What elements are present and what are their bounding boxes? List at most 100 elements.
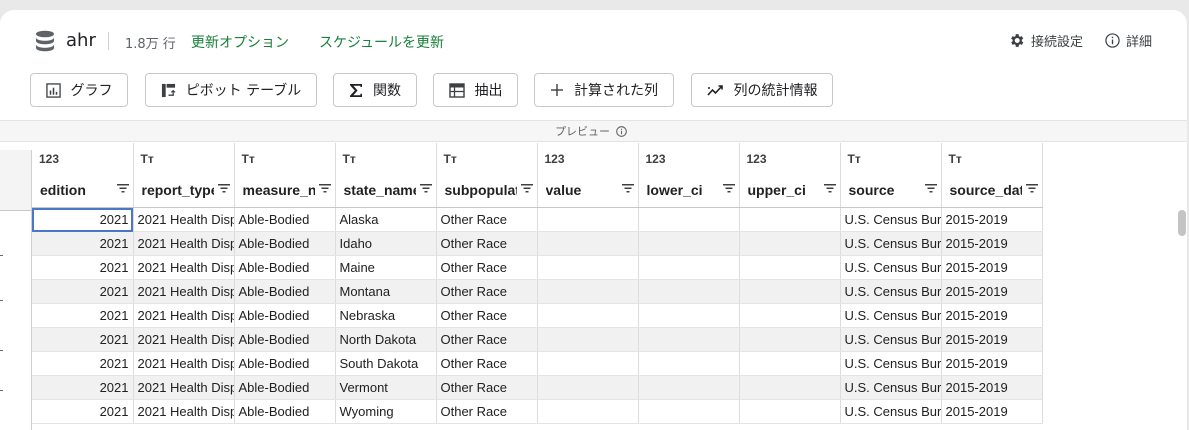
table-cell[interactable] — [537, 279, 639, 304]
update-options-link[interactable]: 更新オプション — [191, 32, 289, 52]
table-row[interactable]: 20212021 Health DisparitiesAble-BodiedId… — [32, 231, 1043, 256]
filter-icon[interactable] — [419, 183, 432, 193]
table-cell[interactable] — [537, 399, 639, 424]
table-cell[interactable] — [739, 303, 841, 328]
table-cell[interactable]: Other Race — [436, 375, 538, 400]
table-cell[interactable]: South Dakota — [335, 351, 437, 376]
table-cell[interactable]: Able-Bodied — [234, 303, 336, 328]
table-cell[interactable]: 2021 Health Disparities — [133, 255, 235, 280]
table-cell[interactable] — [638, 279, 740, 304]
pivot-table-button[interactable]: ピボット テーブル — [145, 73, 317, 107]
filter-icon[interactable] — [318, 183, 331, 193]
update-schedule-link[interactable]: スケジュールを更新 — [319, 32, 444, 52]
table-cell[interactable]: U.S. Census Bureau — [840, 231, 942, 256]
table-cell[interactable]: U.S. Census Bureau — [840, 351, 942, 376]
table-cell[interactable] — [537, 231, 639, 256]
connection-settings-button[interactable]: 接続設定 — [1008, 31, 1083, 50]
column-header[interactable]: 123 value — [537, 143, 639, 208]
table-cell[interactable]: U.S. Census Bureau — [840, 303, 942, 328]
table-cell[interactable]: Alaska — [335, 207, 437, 232]
table-cell[interactable] — [739, 279, 841, 304]
table-cell[interactable]: 2015-2019 — [941, 207, 1043, 232]
table-cell[interactable] — [739, 207, 841, 232]
filter-icon[interactable] — [1025, 183, 1038, 193]
table-cell[interactable] — [638, 351, 740, 376]
table-cell[interactable]: 2021 — [32, 231, 134, 256]
table-cell[interactable] — [638, 327, 740, 352]
table-row[interactable]: 20212021 Health DisparitiesAble-BodiedSo… — [32, 351, 1043, 376]
table-cell[interactable] — [537, 375, 639, 400]
table-cell[interactable]: U.S. Census Bureau — [840, 399, 942, 424]
table-cell[interactable]: North Dakota — [335, 327, 437, 352]
table-cell[interactable] — [537, 351, 639, 376]
filter-icon[interactable] — [520, 183, 533, 193]
table-cell[interactable] — [638, 375, 740, 400]
column-header[interactable]: 123 upper_ci — [739, 143, 841, 208]
column-stats-button[interactable]: 列の統計情報 — [691, 73, 833, 107]
table-row[interactable]: 20212021 Health DisparitiesAble-BodiedMa… — [32, 255, 1043, 280]
table-cell[interactable] — [739, 231, 841, 256]
table-cell[interactable] — [739, 399, 841, 424]
table-cell[interactable]: 2021 — [32, 327, 134, 352]
table-cell[interactable]: 2021 Health Disparities — [133, 327, 235, 352]
table-cell[interactable] — [739, 375, 841, 400]
table-cell[interactable]: Able-Bodied — [234, 279, 336, 304]
filter-icon[interactable] — [621, 183, 634, 193]
table-cell[interactable]: U.S. Census Bureau — [840, 279, 942, 304]
table-cell[interactable]: 2021 Health Disparities — [133, 231, 235, 256]
table-cell[interactable]: U.S. Census Bureau — [840, 327, 942, 352]
table-cell[interactable]: Wyoming — [335, 399, 437, 424]
table-cell[interactable]: Nebraska — [335, 303, 437, 328]
table-cell[interactable]: U.S. Census Bureau — [840, 375, 942, 400]
table-cell[interactable]: U.S. Census Bureau — [840, 207, 942, 232]
functions-button[interactable]: 関数 — [333, 73, 417, 107]
table-cell[interactable]: 2021 — [32, 399, 134, 424]
chart-button[interactable]: グラフ — [30, 73, 128, 107]
table-cell[interactable]: Other Race — [436, 255, 538, 280]
table-cell[interactable]: Able-Bodied — [234, 255, 336, 280]
filter-icon[interactable] — [823, 183, 836, 193]
table-cell[interactable]: Vermont — [335, 375, 437, 400]
table-cell[interactable]: Maine — [335, 255, 437, 280]
calculated-column-button[interactable]: 計算された列 — [534, 73, 674, 107]
table-cell[interactable]: Able-Bodied — [234, 207, 336, 232]
table-cell[interactable] — [638, 207, 740, 232]
column-header[interactable]: 123 lower_ci — [638, 143, 740, 208]
vertical-scrollbar[interactable] — [1178, 210, 1186, 236]
table-cell[interactable]: 2021 — [32, 255, 134, 280]
table-cell[interactable]: 2015-2019 — [941, 327, 1043, 352]
table-cell[interactable]: Able-Bodied — [234, 399, 336, 424]
table-cell[interactable] — [638, 303, 740, 328]
table-cell[interactable]: Able-Bodied — [234, 351, 336, 376]
table-cell[interactable] — [739, 351, 841, 376]
filter-icon[interactable] — [217, 183, 230, 193]
table-cell[interactable]: 2021 — [32, 279, 134, 304]
filter-icon[interactable] — [722, 183, 735, 193]
table-cell[interactable]: 2015-2019 — [941, 231, 1043, 256]
table-cell[interactable]: 2021 Health Disparities — [133, 207, 235, 232]
table-cell[interactable]: Other Race — [436, 231, 538, 256]
table-cell[interactable]: Other Race — [436, 303, 538, 328]
column-header[interactable]: 123 edition — [32, 143, 134, 208]
table-cell[interactable] — [739, 255, 841, 280]
table-cell[interactable]: 2021 Health Disparities — [133, 351, 235, 376]
table-cell[interactable]: Other Race — [436, 399, 538, 424]
table-row[interactable]: 20212021 Health DisparitiesAble-BodiedVe… — [32, 375, 1043, 400]
table-cell[interactable]: U.S. Census Bureau — [840, 255, 942, 280]
table-cell[interactable]: 2015-2019 — [941, 399, 1043, 424]
table-cell[interactable] — [638, 231, 740, 256]
table-row[interactable]: 20212021 Health DisparitiesAble-BodiedNo… — [32, 327, 1043, 352]
table-cell[interactable]: Able-Bodied — [234, 327, 336, 352]
table-row[interactable]: 20212021 Health DisparitiesAble-BodiedAl… — [32, 207, 1043, 232]
table-cell[interactable]: Idaho — [335, 231, 437, 256]
table-row[interactable]: 20212021 Health DisparitiesAble-BodiedWy… — [32, 399, 1043, 424]
table-cell[interactable]: Able-Bodied — [234, 375, 336, 400]
table-cell[interactable]: Other Race — [436, 279, 538, 304]
column-header[interactable]: Tт subpopulation — [436, 143, 538, 208]
table-cell[interactable]: 2021 Health Disparities — [133, 279, 235, 304]
details-button[interactable]: 詳細 — [1105, 31, 1152, 50]
filter-icon[interactable] — [116, 183, 129, 193]
table-cell[interactable]: 2021 Health Disparities — [133, 303, 235, 328]
column-header[interactable]: Tт measure_name — [234, 143, 336, 208]
table-cell[interactable]: 2021 Health Disparities — [133, 375, 235, 400]
